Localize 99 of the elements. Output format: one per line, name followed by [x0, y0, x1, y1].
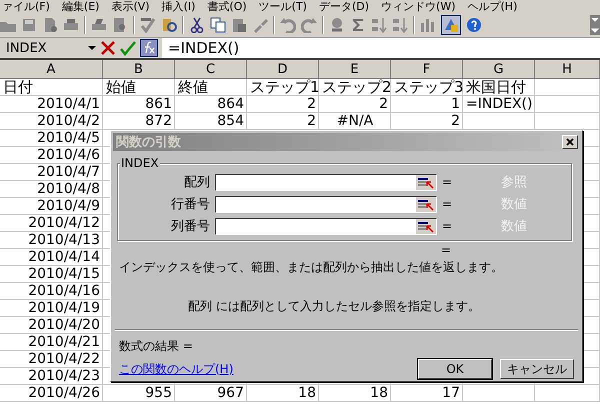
sheet-cell-text: 始値 [105, 79, 137, 95]
menu-item[interactable]: データ(D) [318, 0, 382, 13]
group-label: INDEX [120, 156, 160, 170]
menu-item[interactable]: 挿入(I) [162, 0, 208, 13]
formula-field[interactable]: =INDEX() [162, 38, 600, 58]
sheet-cell-text: 2010/4/2 [36, 113, 101, 129]
sheet-cell-text: 2 [306, 113, 317, 129]
drawing-icon[interactable] [441, 15, 461, 35]
equals-sign: = [441, 245, 452, 257]
sheet-cell-text: 2010/4/23 [27, 368, 101, 384]
sheet-cell-text: 2010/4/21 [27, 334, 101, 350]
sheet-cell-text: 米国日付 [465, 79, 527, 95]
argument-label: 配列 [183, 174, 210, 191]
sheet-cell-text: 854 [216, 113, 245, 129]
argument-field[interactable] [215, 196, 437, 212]
collapse-dialog-icon[interactable] [416, 196, 436, 212]
menu-item[interactable]: ツール(T) [258, 0, 319, 13]
sheet-cell-text: 2010/4/22 [27, 351, 101, 367]
sheet-cell-text: 17 [441, 385, 461, 401]
sheet-cell-text: 2 [378, 96, 389, 112]
sheet-cell-text: 2010/4/8 [36, 181, 101, 197]
sheet-cell-text: 2010/4/14 [27, 249, 101, 265]
menu-item[interactable]: ウィンドウ(W) [381, 0, 468, 13]
sheet-cell-text: 2010/4/9 [36, 198, 101, 214]
column-header[interactable]: F [391, 60, 463, 79]
equals-sign: = [442, 219, 454, 233]
function-description: インデックスを使って、範囲、または配列から抽出した値を返します。 [119, 259, 504, 276]
checkmark-icon[interactable] [120, 40, 136, 56]
column-header[interactable]: D [247, 60, 319, 79]
argument-description: 配列 には配列として入力したセル参照を指定します。 [188, 298, 481, 315]
sheet-cell-text: 18 [297, 385, 317, 401]
sheet-cell-text: 終値 [177, 79, 209, 95]
argument-field[interactable] [215, 218, 437, 234]
menu-item[interactable]: ヘルプ(H) [468, 0, 530, 13]
sheet-cell-text: 1 [450, 96, 461, 112]
formula-result: 数式の結果 = [119, 338, 194, 355]
sheet-cell-text: 2010/4/6 [36, 147, 101, 163]
sort-ascending-icon[interactable] [371, 17, 387, 33]
sheet-cell-text: 2010/4/1 [36, 96, 101, 112]
redo-icon[interactable] [301, 17, 317, 33]
sheet-cell-text: 864 [216, 96, 245, 112]
sheet-cell-text: 872 [144, 113, 173, 129]
sheet-cell-text: 2010/4/26 [27, 385, 101, 401]
argument-label: 行番号 [170, 196, 210, 213]
sheet-cell-text: 日付 [2, 79, 34, 95]
sheet-cell-text: ステップ2 [321, 79, 391, 95]
sheet-cell-text: 2 [306, 96, 317, 112]
spellcheck-icon[interactable] [140, 17, 156, 33]
sheet-cell-text: 2010/4/19 [27, 300, 101, 316]
column-header[interactable]: B [103, 60, 175, 79]
argument-field[interactable] [215, 174, 437, 190]
dropdown-caret-icon[interactable] [88, 46, 96, 50]
sheet-cell-text: 967 [216, 385, 245, 401]
sheet-cell-text: 2010/4/20 [27, 317, 101, 333]
sheet-cell-text: 18 [369, 385, 389, 401]
column-header[interactable]: G [463, 60, 535, 79]
undo-icon[interactable] [280, 17, 296, 33]
printer-icon[interactable] [91, 17, 107, 33]
sheet-cell-text: 2010/4/5 [36, 130, 101, 146]
collapse-dialog-icon[interactable] [416, 174, 436, 190]
research-icon[interactable] [161, 17, 177, 33]
sheet-cell-text: 2010/4/12 [27, 215, 101, 231]
sheet-cell-text: 2010/4/13 [27, 232, 101, 248]
document-icon[interactable] [42, 17, 58, 33]
fx-function-icon[interactable] [140, 39, 158, 57]
equals-sign: = [442, 197, 454, 211]
menu-item[interactable]: 編集(E) [62, 0, 112, 13]
sort-descending-icon[interactable] [392, 17, 408, 33]
collapse-dialog-icon[interactable] [416, 218, 436, 234]
dialog-button[interactable]: OK [418, 359, 492, 379]
help-icon[interactable] [466, 17, 482, 33]
sheet-cell-text: #N/A [336, 113, 374, 129]
sheet-cell-text: 2010/4/7 [36, 164, 101, 180]
copy-icon[interactable] [210, 17, 226, 33]
sheet-cell-text: 2010/4/15 [27, 266, 101, 282]
menu-item[interactable]: 書式(O) [207, 0, 259, 13]
sheet-cell-text: 2010/4/16 [27, 283, 101, 299]
sheet-cell-text: ステップ3 [393, 79, 463, 95]
menu-item[interactable]: ァイル(F) [2, 0, 62, 13]
scissors-icon[interactable] [189, 17, 205, 33]
help-link[interactable]: この関数のヘルプ(H) [119, 360, 234, 378]
sheet-cell-text: =INDEX() [465, 96, 534, 112]
sheet-cell-text: 955 [144, 385, 173, 401]
sheet-cell-text: 2 [450, 113, 461, 129]
menu-item[interactable]: 表示(V) [111, 0, 162, 13]
cancel-x-icon[interactable] [100, 40, 116, 56]
sheet-cell-text: 861 [144, 96, 173, 112]
equals-sign: = [442, 175, 454, 189]
argument-label: 列番号 [170, 218, 210, 235]
column-header[interactable]: C [175, 60, 247, 79]
toolbar-options-icon[interactable] [590, 15, 600, 35]
dialog-button[interactable]: キャンセル [500, 359, 574, 379]
dialog-title: 関数の引数 [116, 134, 181, 151]
column-header[interactable]: A [0, 60, 103, 79]
bar-chart-icon[interactable] [420, 17, 436, 33]
column-header[interactable]: H [535, 60, 600, 79]
column-header[interactable]: E [319, 60, 391, 79]
sheet-cell-text: ステップ1 [249, 79, 319, 95]
sigma-icon[interactable] [350, 17, 366, 33]
